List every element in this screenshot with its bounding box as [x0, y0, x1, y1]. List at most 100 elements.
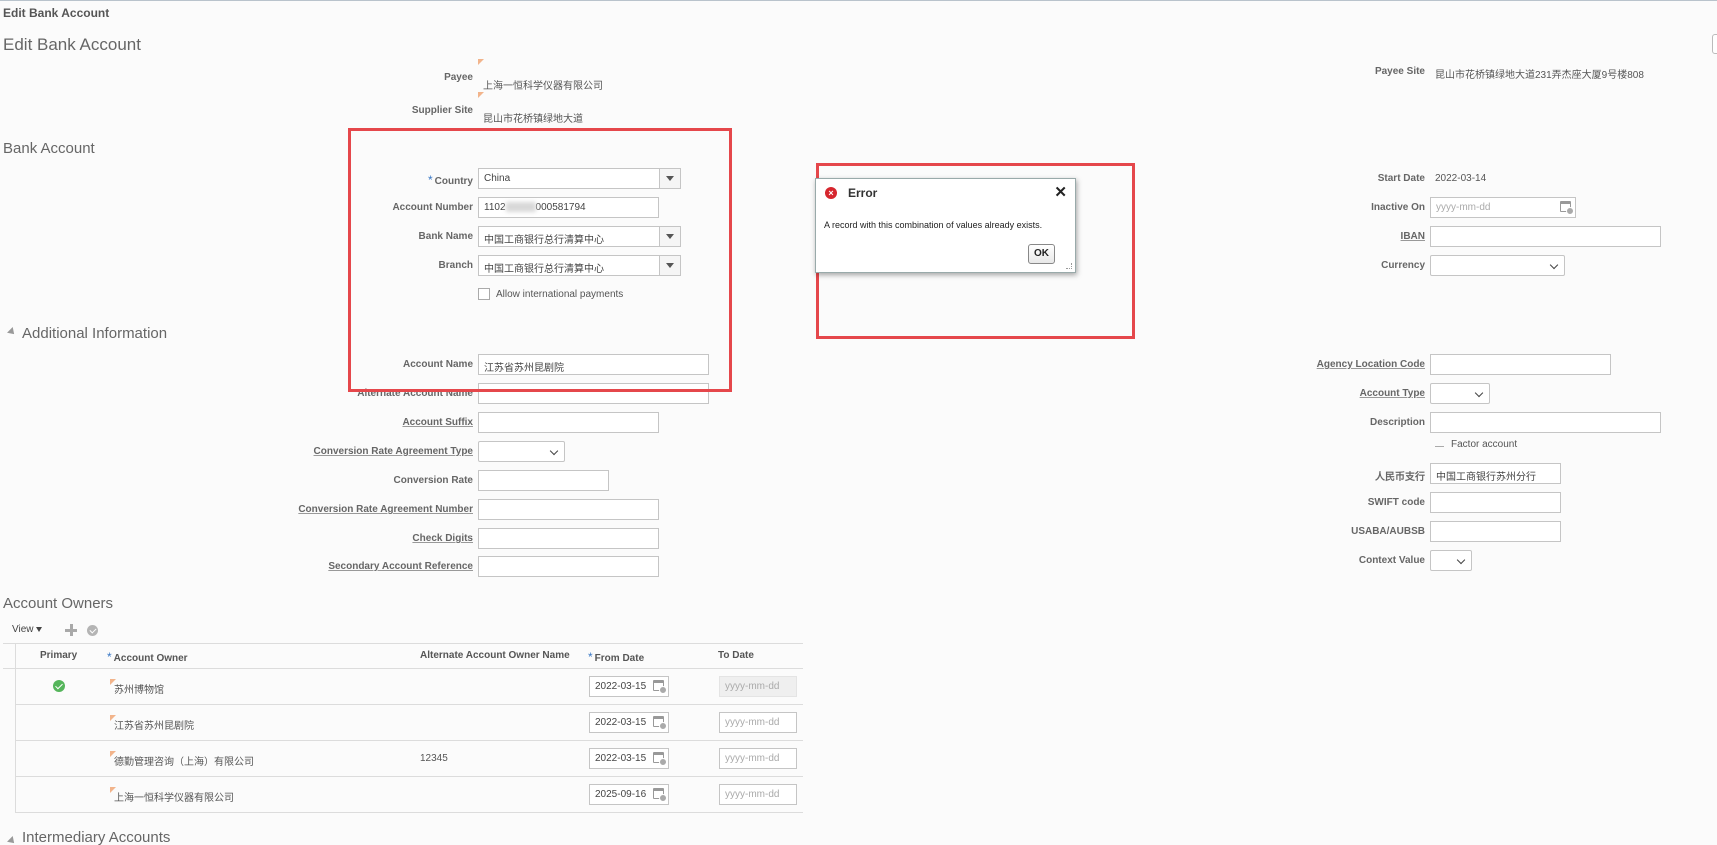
col-from-date-text: From Date	[594, 653, 645, 664]
rmb-branch-input[interactable]: 中国工商银行苏州分行	[1430, 463, 1561, 484]
row3-owner: 德勤管理咨询（上海）有限公司	[114, 757, 254, 768]
supplier-site-label: Supplier Site	[411, 105, 473, 116]
row1-to-date-input: yyyy-mm-dd	[719, 676, 797, 697]
description-label: Description	[1369, 417, 1425, 428]
currency-select[interactable]	[1430, 255, 1565, 276]
inactive-on-placeholder: yyyy-mm-dd	[1436, 202, 1491, 213]
row1-from-date-input[interactable]: 2022-03-15	[589, 676, 669, 697]
required-star-icon: *	[588, 650, 593, 664]
conversion-rate-agreement-type-select[interactable]	[478, 441, 565, 462]
table-row-line	[15, 704, 803, 705]
start-date-value: 2022-03-14	[1435, 173, 1487, 184]
row2-from-date: 2022-03-15	[595, 717, 647, 728]
add-icon[interactable]	[65, 624, 77, 636]
section-intermediary-accounts: Intermediary Accounts	[22, 829, 171, 845]
table-header-line	[3, 668, 803, 669]
row4-from-date-input[interactable]: 2025-09-16	[589, 784, 669, 805]
collapse-triangle-icon[interactable]	[7, 327, 17, 337]
context-value-select[interactable]	[1430, 550, 1472, 571]
breadcrumb: Edit Bank Account	[3, 6, 110, 20]
conversion-rate-agreement-number-input[interactable]	[478, 499, 659, 520]
col-from-date: * From Date	[588, 650, 644, 664]
col-primary: Primary	[40, 650, 78, 661]
description-input[interactable]	[1430, 412, 1661, 433]
conversion-rate-agreement-number-label: Conversion Rate Agreement Number	[298, 504, 473, 515]
row2-to-date-input[interactable]: yyyy-mm-dd	[719, 712, 797, 733]
calendar-icon[interactable]	[653, 788, 667, 802]
calendar-icon[interactable]	[653, 752, 667, 766]
secondary-account-reference-label: Secondary Account Reference	[328, 561, 473, 572]
payee-site-value: 昆山市花桥镇绿地大道231弄杰座大厦9号楼808	[1435, 70, 1644, 81]
page-title: Edit Bank Account	[3, 35, 141, 54]
secondary-account-reference-input[interactable]	[478, 556, 659, 577]
view-label: View	[12, 624, 34, 635]
row3-from-date: 2022-03-15	[595, 753, 647, 764]
chevron-down-icon	[36, 626, 43, 632]
row4-owner: 上海一恒科学仪器有限公司	[114, 793, 234, 804]
check-digits-label: Check Digits	[412, 533, 473, 544]
collapse-triangle-icon[interactable]	[7, 836, 17, 845]
usaba-input[interactable]	[1430, 521, 1561, 542]
required-flag-icon	[478, 59, 484, 65]
factor-account-label: Factor account	[1451, 439, 1518, 450]
table-row-line	[15, 740, 803, 741]
required-star-icon: *	[107, 650, 112, 664]
ok-button[interactable]: OK	[1028, 244, 1055, 264]
conversion-rate-input[interactable]	[478, 470, 609, 491]
calendar-icon[interactable]	[653, 680, 667, 694]
context-value-label: Context Value	[1358, 555, 1425, 566]
row2-from-date-input[interactable]: 2022-03-15	[589, 712, 669, 733]
account-type-select[interactable]	[1430, 383, 1490, 404]
payee-value: 上海一恒科学仪器有限公司	[483, 81, 603, 92]
row4-to-date-input[interactable]: yyyy-mm-dd	[719, 784, 797, 805]
account-suffix-input[interactable]	[478, 412, 659, 433]
payee-label: Payee	[444, 72, 473, 83]
calendar-icon[interactable]	[653, 716, 667, 730]
row1-to-date-placeholder: yyyy-mm-dd	[725, 681, 780, 692]
swift-code-label: SWIFT code	[1367, 497, 1425, 508]
row1-owner: 苏州博物馆	[114, 685, 164, 696]
supplier-site-value: 昆山市花桥镇绿地大道	[483, 114, 583, 125]
error-icon: ×	[825, 187, 837, 199]
table-top-line	[3, 643, 803, 644]
done-check-icon[interactable]	[87, 625, 98, 636]
payee-site-label: Payee Site	[1374, 66, 1425, 77]
highlight-box-bank-fields	[348, 128, 732, 392]
error-dialog-title: Error	[848, 186, 878, 200]
col-account-owner: * Account Owner	[107, 650, 188, 664]
row3-to-date-input[interactable]: yyyy-mm-dd	[719, 748, 797, 769]
primary-check-icon	[53, 680, 65, 692]
table-row-line	[15, 776, 803, 777]
top-border	[0, 0, 1717, 1]
row2-owner: 江苏省苏州昆剧院	[114, 721, 194, 732]
col-alternate-owner-name: Alternate Account Owner Name	[420, 650, 570, 661]
swift-code-input[interactable]	[1430, 492, 1561, 513]
calendar-icon[interactable]	[1560, 201, 1574, 215]
inactive-on-input[interactable]: yyyy-mm-dd	[1430, 197, 1576, 218]
row1-from-date: 2022-03-15	[595, 681, 647, 692]
conversion-rate-label: Conversion Rate	[393, 475, 473, 486]
error-message: A record with this combination of values…	[824, 220, 1043, 230]
table-row-line	[15, 812, 803, 813]
section-account-owners: Account Owners	[3, 595, 114, 612]
col-to-date: To Date	[718, 650, 754, 661]
rmb-branch-value: 中国工商银行苏州分行	[1436, 472, 1536, 483]
check-digits-input[interactable]	[478, 528, 659, 549]
section-bank-account: Bank Account	[3, 140, 95, 157]
currency-label: Currency	[1381, 260, 1425, 271]
row3-from-date-input[interactable]: 2022-03-15	[589, 748, 669, 769]
resize-grip-icon[interactable]	[1066, 263, 1072, 269]
iban-input[interactable]	[1430, 226, 1661, 247]
view-menu[interactable]: View	[12, 624, 43, 635]
conversion-rate-agreement-type-label: Conversion Rate Agreement Type	[313, 446, 473, 457]
inactive-on-label: Inactive On	[1371, 202, 1425, 213]
close-icon[interactable]: ✕	[1054, 183, 1067, 201]
account-suffix-label: Account Suffix	[402, 417, 473, 428]
row2-to-date-placeholder: yyyy-mm-dd	[725, 717, 780, 728]
factor-account-dash	[1435, 446, 1444, 447]
page-action-button[interactable]	[1712, 34, 1717, 54]
rmb-branch-label: 人民币支行	[1375, 472, 1425, 483]
usaba-label: USABA/AUBSB	[1351, 526, 1425, 537]
agency-location-code-input[interactable]	[1430, 354, 1611, 375]
required-flag-icon	[478, 92, 484, 98]
